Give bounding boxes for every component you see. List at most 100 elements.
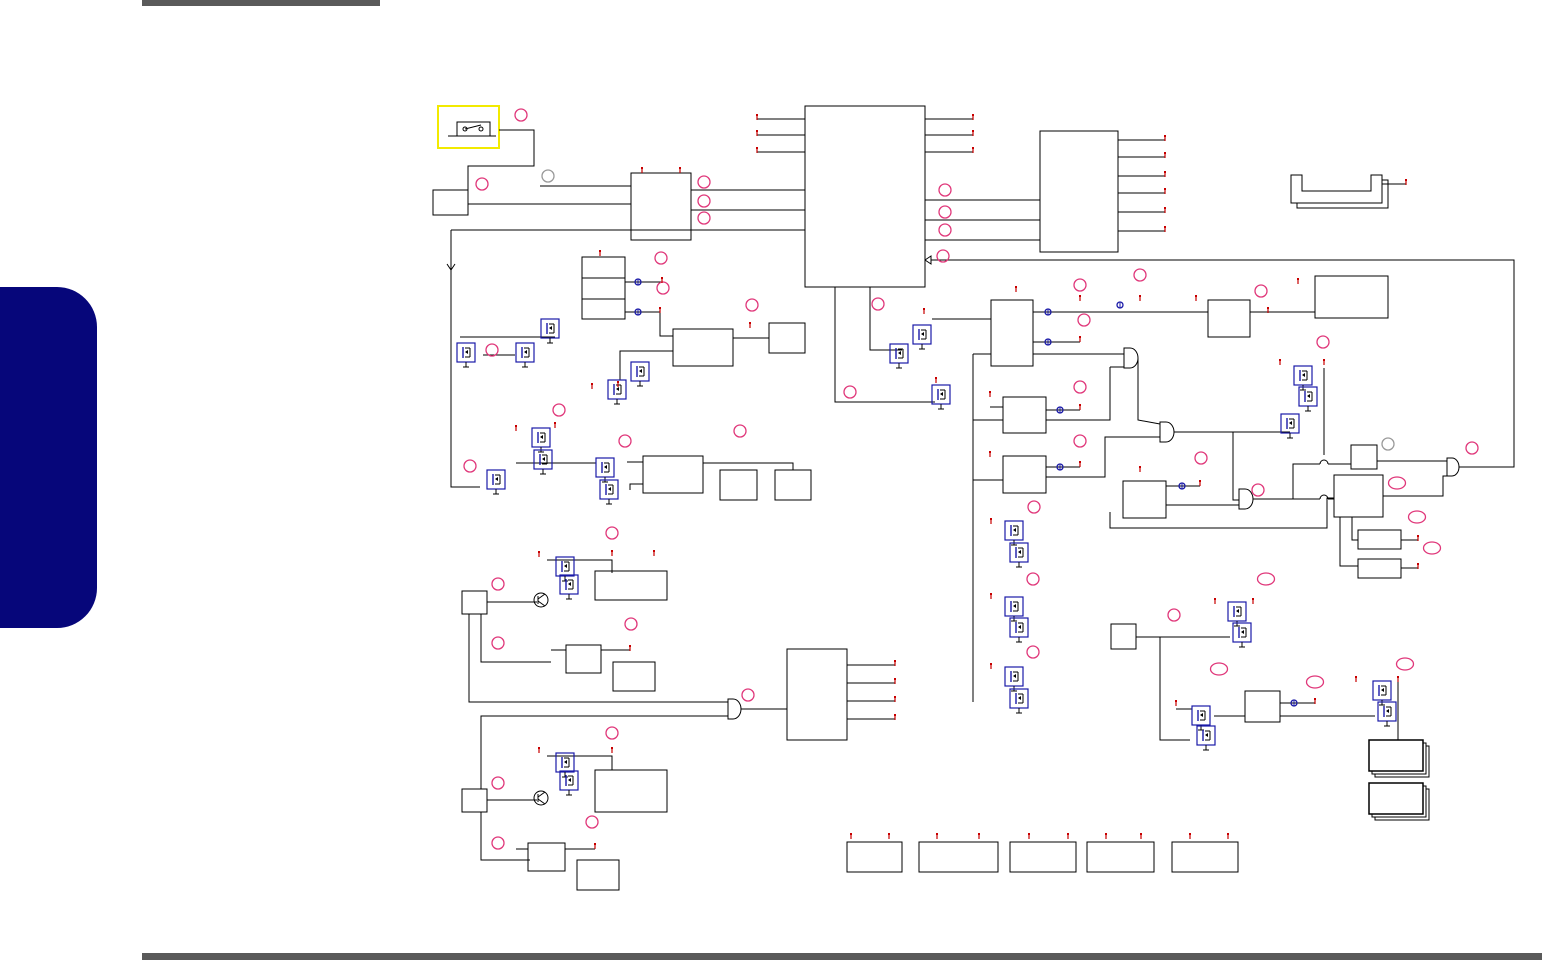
mosfet-icon [607, 379, 627, 405]
pin-stub [591, 383, 593, 389]
callout-marker-icon [1209, 662, 1229, 676]
mosfet-icon [1009, 688, 1029, 714]
mosfet-icon [889, 343, 909, 369]
mosfet-icon [1004, 666, 1024, 692]
bottom-block-1 [846, 841, 903, 873]
transistor-icon [533, 592, 549, 608]
pin-stub [515, 425, 517, 431]
mosfet-icon [595, 457, 615, 483]
callout-marker-icon [697, 194, 711, 208]
pin-stub [990, 593, 992, 599]
pin-stub [611, 550, 613, 556]
bottom-block-4 [1086, 841, 1155, 873]
pin-stub [1028, 833, 1030, 839]
status-block-b [1357, 558, 1402, 579]
bottom-block-3 [1009, 841, 1077, 873]
callout-marker-icon [485, 343, 499, 357]
callout-marker-icon [741, 688, 755, 702]
mosfet-layer [456, 318, 1397, 806]
pin-stub [978, 833, 980, 839]
regulator-block-b [1002, 396, 1047, 434]
pin-stub [923, 308, 925, 314]
callout-marker-icon [1026, 572, 1040, 586]
pin-stub [538, 747, 540, 753]
pin-stub [1067, 833, 1069, 839]
pin-stub [1397, 676, 1399, 682]
mosfet-icon [1009, 617, 1029, 643]
callout-marker-icon [1395, 657, 1415, 671]
mosfet-icon [533, 449, 553, 475]
pin-stub [1189, 833, 1191, 839]
pin-stub [1105, 833, 1107, 839]
mosfet-icon [531, 427, 551, 453]
pin-stub [1015, 286, 1017, 292]
pin-stub [935, 377, 937, 383]
callout-marker-icon [1381, 437, 1395, 451]
load-block-a [768, 322, 806, 354]
pin-stub [1139, 466, 1141, 472]
callout-marker-icon [1422, 541, 1442, 555]
pin-stub [1139, 295, 1141, 301]
pin-stub [653, 550, 655, 556]
switch-block-c [1110, 623, 1137, 650]
callout-marker-icon [475, 177, 489, 191]
callout-marker-icon [491, 776, 505, 790]
power-sequence-schematic [432, 105, 1515, 891]
pin-stub [611, 747, 613, 753]
power-switch [437, 105, 500, 149]
regulator-block-g [1244, 690, 1281, 723]
callout-marker-icon [463, 459, 477, 473]
callout-marker-icon [1077, 313, 1091, 327]
pin-stub [1323, 359, 1325, 365]
callout-marker-icon [1073, 278, 1087, 292]
callout-marker-icon [618, 434, 632, 448]
pin-stub [599, 250, 601, 256]
mosfet-icon [630, 361, 650, 387]
regulator-block-e [565, 644, 602, 674]
callout-marker-icon [656, 281, 670, 295]
pin-stub [1079, 295, 1081, 301]
callout-marker-icon [1073, 434, 1087, 448]
pin-stub [749, 322, 751, 328]
mosfet-icon [931, 384, 951, 410]
callout-marker-icon [1305, 675, 1325, 689]
pin-stub [1214, 598, 1216, 604]
callout-marker-icon [938, 223, 952, 237]
bottom-block-5 [1171, 841, 1239, 873]
mosfet-icon [555, 556, 575, 582]
callout-marker-icon [491, 836, 505, 850]
mosfet-icon [1298, 386, 1318, 412]
load-block-g [576, 859, 620, 891]
and-gate-icon [1446, 457, 1460, 477]
pin-stub [936, 833, 938, 839]
and-gate-icon [1238, 488, 1254, 510]
callout-marker-icon [1465, 441, 1479, 455]
callout-marker-icon [1251, 483, 1265, 497]
status-block-a [1357, 529, 1402, 550]
callout-marker-icon [1254, 284, 1268, 298]
callout-marker-icon [585, 815, 599, 829]
mosfet-icon [912, 324, 932, 350]
pin-stub [888, 833, 890, 839]
converter-block-c [1207, 299, 1251, 338]
callout-marker-icon [541, 169, 555, 183]
pin-stub [1355, 676, 1357, 682]
logic-block-b [1350, 444, 1378, 470]
callout-marker-icon [938, 183, 952, 197]
callout-marker-icon [624, 617, 638, 631]
load-block-b [719, 469, 758, 501]
connector-icon [1290, 174, 1406, 209]
mosfet-icon [559, 770, 579, 796]
mosfet-icon [555, 752, 575, 778]
load-block-e [612, 661, 656, 692]
mosfet-icon [1009, 542, 1029, 568]
mosfet-icon [1004, 520, 1024, 546]
switch-icon [448, 121, 496, 137]
sequencer-block [990, 299, 1034, 367]
pin-stub [554, 422, 556, 428]
resistor-icon [1116, 301, 1124, 309]
mosfet-icon [1377, 701, 1397, 727]
main-controller-block [804, 105, 926, 288]
pin-stub [1297, 278, 1299, 284]
and-gate-icon [1159, 421, 1175, 443]
